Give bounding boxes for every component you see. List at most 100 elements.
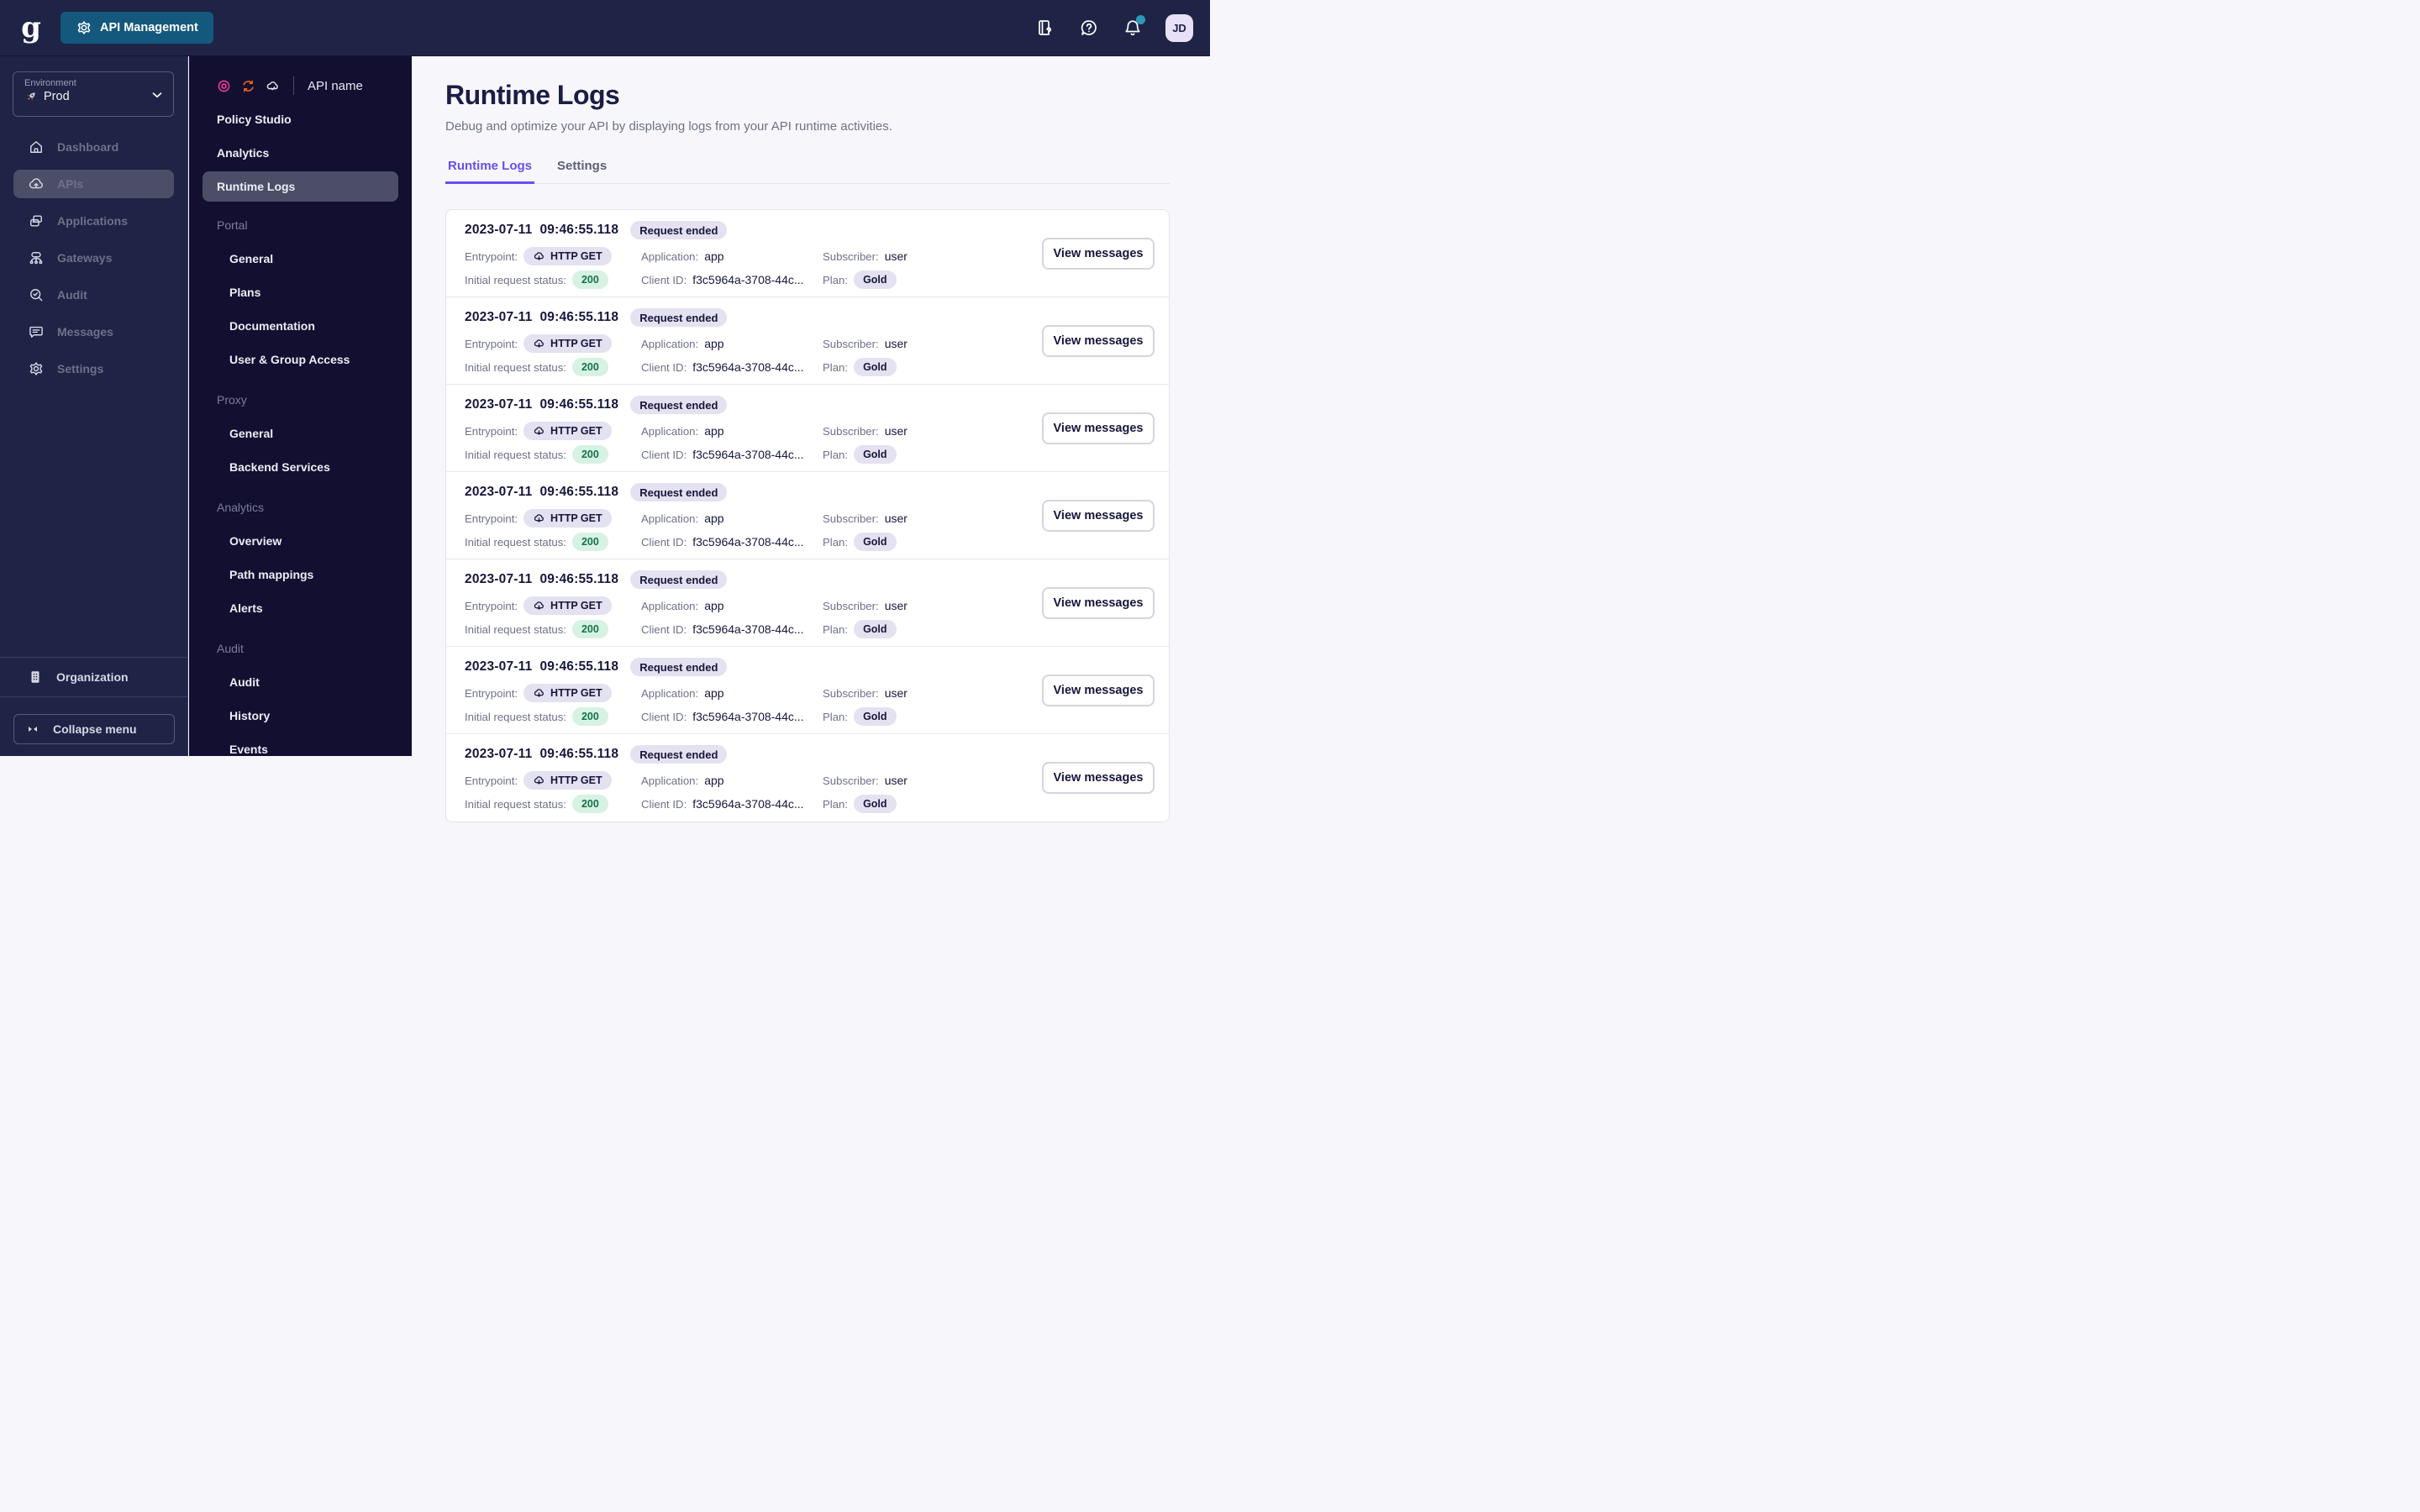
api-management-button[interactable]: API Management xyxy=(60,12,213,44)
sidebar-item-audit[interactable]: Audit xyxy=(13,276,174,313)
audit-icon xyxy=(28,286,45,303)
status-code-badge: 200 xyxy=(571,270,608,289)
api-menu-item-plans[interactable]: Plans xyxy=(189,276,412,309)
divider xyxy=(293,76,294,95)
api-menu-item-portal-general[interactable]: General xyxy=(189,242,412,276)
client-id-field: Client ID: f3c5964a-3708-44c... xyxy=(641,535,804,549)
applications-icon xyxy=(28,213,45,229)
api-menu-item-user-group-access[interactable]: User & Group Access xyxy=(189,343,412,376)
api-menu-item-documentation[interactable]: Documentation xyxy=(189,309,412,343)
application-value: app xyxy=(704,249,724,263)
status-code-badge: 200 xyxy=(571,795,608,813)
log-col-request: Entrypoint: HTTP GET Initial request sta… xyxy=(465,682,612,729)
sidebar-item-settings[interactable]: Settings xyxy=(13,350,174,387)
log-col-subscriber: Subscriber: user Plan: Gold xyxy=(823,769,908,816)
user-avatar[interactable]: JD xyxy=(1165,13,1193,42)
status-code-badge: 200 xyxy=(571,620,608,638)
log-timestamp: 2023-07-11 09:46:55.118 xyxy=(465,747,619,761)
api-menu-item-alerts[interactable]: Alerts xyxy=(189,591,412,625)
request-ended-badge: Request ended xyxy=(630,221,728,239)
main-sidebar: Environment Prod Dashboard APIs Applicat… xyxy=(0,56,188,756)
cloud-download-icon xyxy=(533,600,545,612)
http-method-badge: HTTP GET xyxy=(523,684,612,702)
tab-runtime-logs[interactable]: Runtime Logs xyxy=(445,159,534,184)
entrypoint-field: Entrypoint: HTTP GET xyxy=(465,245,612,267)
bell-icon[interactable] xyxy=(1122,15,1145,39)
application-field: Application: app xyxy=(641,774,724,787)
documentation-help-icon[interactable] xyxy=(1034,17,1056,39)
http-method-badge: HTTP GET xyxy=(523,247,612,265)
tab-bar: Runtime Logs Settings xyxy=(445,159,1170,184)
cloud-download-icon xyxy=(533,338,545,350)
view-messages-button[interactable]: View messages xyxy=(1042,238,1155,270)
request-ended-badge: Request ended xyxy=(630,745,728,764)
notification-dot xyxy=(1136,15,1145,24)
log-col-request: Entrypoint: HTTP GET Initial request sta… xyxy=(465,245,612,292)
view-messages-button[interactable]: View messages xyxy=(1042,675,1155,706)
view-messages-button[interactable]: View messages xyxy=(1042,500,1155,532)
sidebar-nav: Dashboard APIs Applications Gateways Aud… xyxy=(0,129,187,387)
plan-badge: Gold xyxy=(854,533,897,551)
sidebar-item-organization[interactable]: Organization xyxy=(0,657,187,697)
status-code-badge: 200 xyxy=(571,358,608,376)
api-menu-item-analytics[interactable]: Analytics xyxy=(189,136,412,170)
sidebar-item-applications[interactable]: Applications xyxy=(13,202,174,239)
api-menu-item-policy-studio[interactable]: Policy Studio xyxy=(189,102,412,136)
log-col-subscriber: Subscriber: user Plan: Gold xyxy=(823,595,908,642)
plan-badge: Gold xyxy=(854,795,897,813)
log-col-request: Entrypoint: HTTP GET Initial request sta… xyxy=(465,595,612,642)
log-timestamp: 2023-07-11 09:46:55.118 xyxy=(465,397,619,412)
log-list: 2023-07-11 09:46:55.118 Request ended Ent… xyxy=(445,209,1170,822)
sidebar-item-dashboard[interactable]: Dashboard xyxy=(13,129,174,165)
gear-icon xyxy=(76,19,92,36)
api-menu-item-path-mappings[interactable]: Path mappings xyxy=(189,558,412,591)
subscriber-field: Subscriber: user xyxy=(823,337,908,350)
view-messages-button[interactable]: View messages xyxy=(1042,762,1155,794)
application-value: app xyxy=(704,599,724,612)
collapse-menu-button[interactable]: Collapse menu xyxy=(13,714,175,744)
http-method-badge: HTTP GET xyxy=(523,334,612,353)
sidebar-item-messages[interactable]: Messages xyxy=(13,313,174,350)
log-col-application: Application: app Client ID: f3c5964a-370… xyxy=(641,595,804,642)
status-field: Initial request status: 200 xyxy=(465,444,612,465)
tab-settings[interactable]: Settings xyxy=(555,159,609,184)
api-menu-item-backend-services[interactable]: Backend Services xyxy=(189,450,412,484)
log-col-subscriber: Subscriber: user Plan: Gold xyxy=(823,507,908,554)
record-icon xyxy=(217,79,231,93)
gear-icon xyxy=(28,360,45,377)
log-col-subscriber: Subscriber: user Plan: Gold xyxy=(823,420,908,467)
view-messages-button[interactable]: View messages xyxy=(1042,325,1155,357)
rocket-icon xyxy=(24,90,38,103)
api-menu-item-events[interactable]: Events xyxy=(189,732,412,766)
chevron-down-icon xyxy=(150,87,165,102)
application-field: Application: app xyxy=(641,424,724,438)
log-col-application: Application: app Client ID: f3c5964a-370… xyxy=(641,420,804,467)
api-menu-item-overview[interactable]: Overview xyxy=(189,524,412,558)
help-circle-icon[interactable] xyxy=(1078,17,1100,39)
log-entry-header: 2023-07-11 09:46:55.118 Request ended xyxy=(465,570,728,589)
view-messages-button[interactable]: View messages xyxy=(1042,412,1155,444)
view-messages-button[interactable]: View messages xyxy=(1042,587,1155,619)
application-value: app xyxy=(704,424,724,438)
api-menu-item-audit[interactable]: Audit xyxy=(189,665,412,699)
api-menu-nav: Policy Studio Analytics Runtime Logs Por… xyxy=(189,102,412,766)
api-menu-item-history[interactable]: History xyxy=(189,699,412,732)
plan-badge: Gold xyxy=(854,445,897,464)
plan-field: Plan: Gold xyxy=(823,793,908,815)
log-entry-header: 2023-07-11 09:46:55.118 Request ended xyxy=(465,308,728,327)
plan-field: Plan: Gold xyxy=(823,444,908,465)
sidebar-item-apis[interactable]: APIs xyxy=(13,170,174,198)
log-col-subscriber: Subscriber: user Plan: Gold xyxy=(823,333,908,380)
http-method-badge: HTTP GET xyxy=(523,509,612,528)
log-col-request: Entrypoint: HTTP GET Initial request sta… xyxy=(465,769,612,816)
cloud-download-icon xyxy=(533,774,545,787)
api-menu-item-runtime-logs[interactable]: Runtime Logs xyxy=(203,171,398,202)
client-id-value: f3c5964a-3708-44c... xyxy=(692,448,804,461)
request-ended-badge: Request ended xyxy=(630,483,728,501)
sidebar-item-gateways[interactable]: Gateways xyxy=(13,239,174,276)
http-method-badge: HTTP GET xyxy=(523,771,612,790)
log-col-subscriber: Subscriber: user Plan: Gold xyxy=(823,245,908,292)
log-timestamp: 2023-07-11 09:46:55.118 xyxy=(465,223,619,237)
environment-selector[interactable]: Environment Prod xyxy=(13,71,174,117)
api-menu-item-proxy-general[interactable]: General xyxy=(189,417,412,450)
